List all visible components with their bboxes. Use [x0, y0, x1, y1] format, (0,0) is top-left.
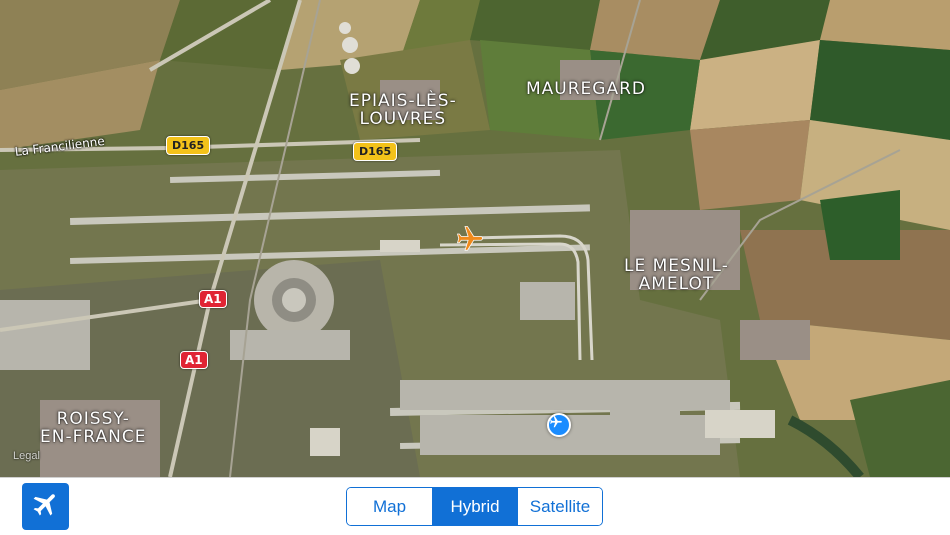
road-shield-d165: D165 — [353, 142, 398, 161]
airplane-icon — [31, 489, 61, 524]
segment-hybrid[interactable]: Hybrid — [432, 488, 517, 525]
place-label-epiais: EPIAIS-LÈS- LOUVRES — [349, 91, 457, 129]
satellite-map[interactable]: EPIAIS-LÈS- LOUVRES MAUREGARD LE MESNIL-… — [0, 0, 950, 477]
road-shield-a1: A1 — [199, 290, 227, 308]
segment-satellite[interactable]: Satellite — [517, 488, 602, 525]
bottom-toolbar: Map Hybrid Satellite — [0, 477, 950, 535]
flight-button[interactable] — [22, 483, 69, 530]
legal-link[interactable]: Legal — [13, 450, 40, 462]
map-type-segmented-control: Map Hybrid Satellite — [346, 487, 603, 526]
airport-pin-icon[interactable] — [547, 413, 571, 437]
place-label-roissy: ROISSY- EN-FRANCE — [40, 409, 147, 447]
place-label-mesnil: LE MESNIL- AMELOT — [624, 256, 729, 294]
road-shield-d165: D165 — [166, 136, 211, 155]
segment-map[interactable]: Map — [347, 488, 432, 525]
place-label-mauregard: MAUREGARD — [526, 79, 646, 99]
road-shield-a1: A1 — [180, 351, 208, 369]
